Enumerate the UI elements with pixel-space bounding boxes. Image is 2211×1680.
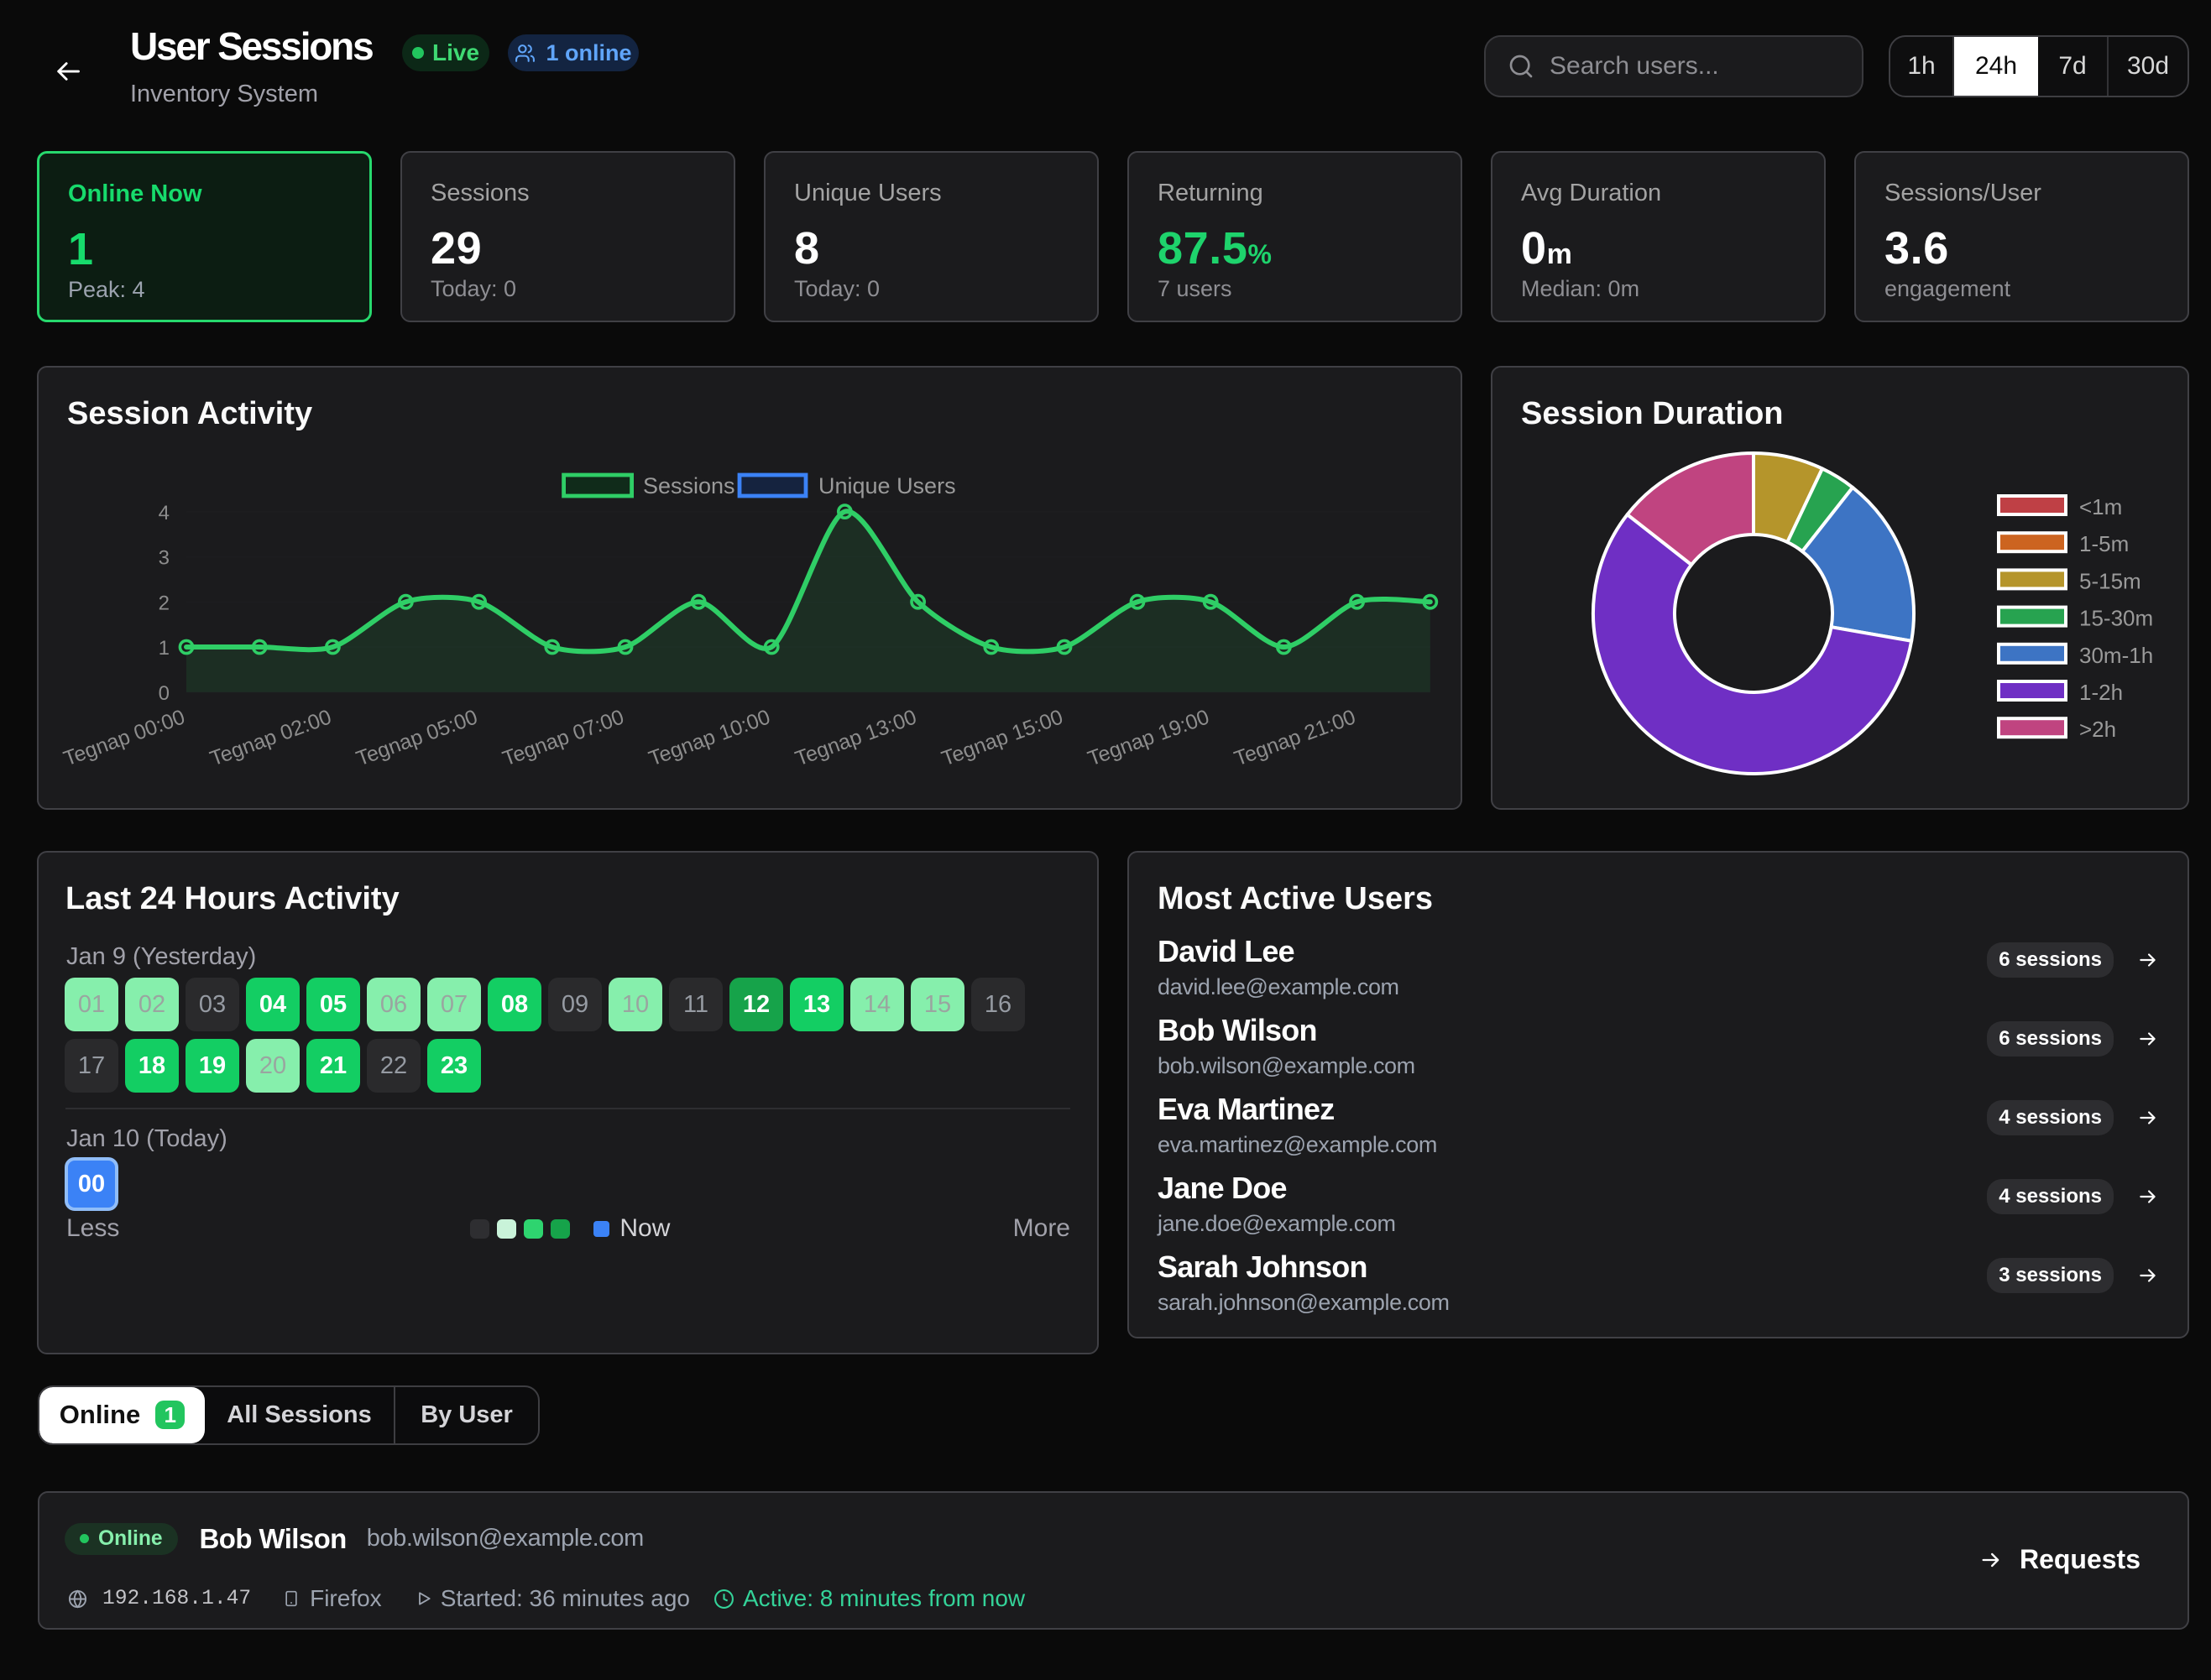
svg-text:30m-1h: 30m-1h — [2079, 643, 2153, 668]
svg-text:Tegnap 02:00: Tegnap 02:00 — [206, 705, 334, 770]
svg-text:>2h: >2h — [2079, 717, 2116, 742]
svg-text:Tegnap 13:00: Tegnap 13:00 — [792, 705, 920, 770]
svg-text:Unique Users: Unique Users — [818, 473, 956, 498]
svg-text:3: 3 — [159, 547, 170, 570]
svg-text:2: 2 — [159, 592, 170, 614]
svg-text:1: 1 — [159, 637, 170, 660]
svg-text:Tegnap 05:00: Tegnap 05:00 — [353, 705, 481, 770]
svg-text:1-5m: 1-5m — [2079, 531, 2129, 556]
svg-text:15-30m: 15-30m — [2079, 606, 2153, 631]
svg-text:0: 0 — [159, 682, 170, 705]
svg-text:Tegnap 21:00: Tegnap 21:00 — [1231, 705, 1359, 770]
svg-text:Sessions: Sessions — [643, 473, 735, 498]
svg-text:Tegnap 19:00: Tegnap 19:00 — [1085, 705, 1212, 770]
svg-text:Tegnap 10:00: Tegnap 10:00 — [646, 705, 773, 770]
svg-text:1-2h: 1-2h — [2079, 680, 2123, 705]
svg-text:Tegnap 00:00: Tegnap 00:00 — [60, 705, 188, 770]
svg-text:Tegnap 07:00: Tegnap 07:00 — [499, 705, 627, 770]
svg-text:5-15m: 5-15m — [2079, 568, 2141, 593]
svg-text:4: 4 — [159, 502, 170, 524]
svg-text:Tegnap 15:00: Tegnap 15:00 — [938, 705, 1066, 770]
svg-text:<1m: <1m — [2079, 494, 2122, 519]
